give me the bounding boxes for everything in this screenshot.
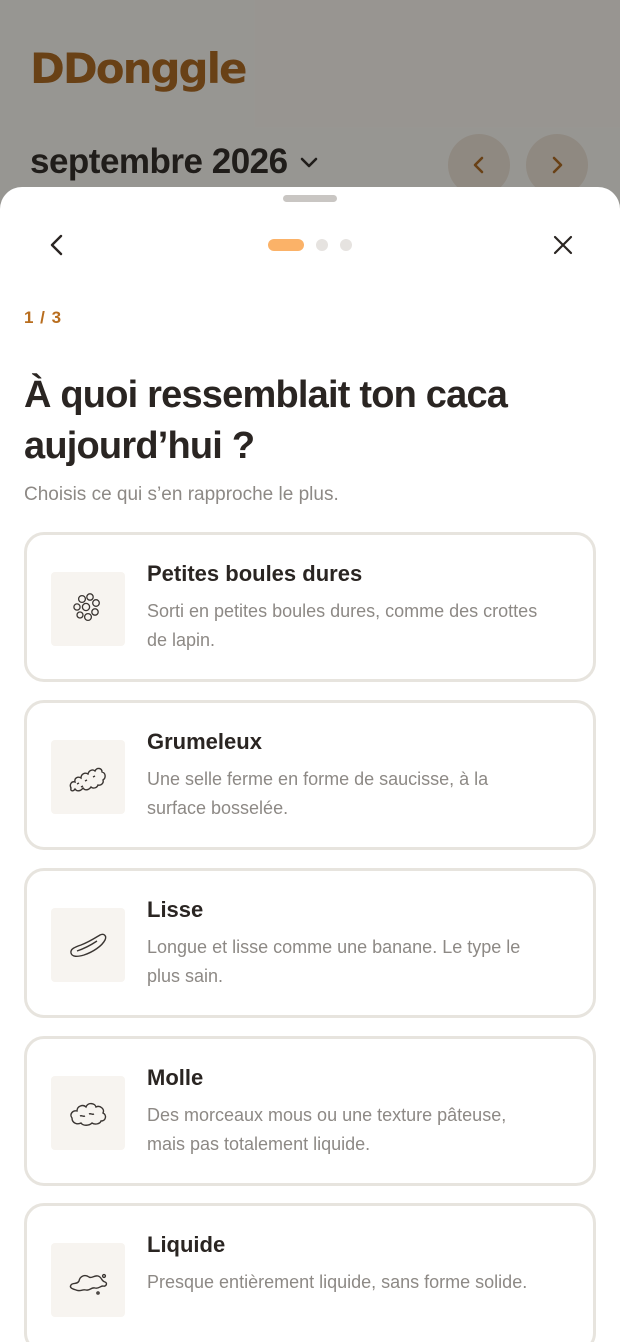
option-card-smooth[interactable]: Lisse Longue et lisse comme une banane. …: [24, 868, 596, 1018]
option-description: Longue et lisse comme une banane. Le typ…: [147, 937, 521, 986]
option-thumbnail: [51, 740, 125, 814]
close-icon: [553, 235, 573, 255]
option-card-liquid[interactable]: Liquide Presque entièrement liquide, san…: [24, 1203, 596, 1342]
progress-dot: [340, 239, 352, 251]
option-description: Une selle ferme en forme de saucisse, à …: [147, 769, 489, 818]
lumpy-sausage-icon: [69, 767, 106, 792]
option-title: Grumeleux: [147, 729, 262, 754]
progress-dot-active: [268, 239, 304, 251]
option-description: Des morceaux mous ou une texture pâteuse…: [147, 1105, 507, 1154]
question-title: À quoi ressemblait ton caca aujourd’hui …: [24, 374, 508, 467]
sheet-grabber[interactable]: [283, 195, 337, 202]
option-title: Liquide: [147, 1232, 226, 1257]
option-card-hard-lumps[interactable]: Petites boules dures Sorti en petites bo…: [24, 532, 596, 682]
back-button[interactable]: [40, 227, 76, 263]
option-thumbnail: [51, 572, 125, 646]
option-title: Molle: [147, 1065, 204, 1090]
step-indicator: 1 / 3: [24, 308, 63, 327]
hard-lumps-icon: [73, 593, 100, 622]
chevron-left-icon: [50, 234, 63, 256]
smooth-sausage-icon: [70, 933, 107, 958]
option-title: Petites boules dures: [147, 561, 363, 586]
progress-dots: [268, 239, 352, 251]
option-description: Presque entièrement liquide, sans forme …: [147, 1272, 528, 1292]
soft-blob-icon: [70, 1102, 107, 1126]
liquid-splash-icon: [69, 1273, 108, 1295]
option-title: Lisse: [147, 897, 204, 922]
option-thumbnail: [51, 1076, 125, 1150]
progress-dot: [316, 239, 328, 251]
option-thumbnail: [51, 908, 125, 982]
option-description: Sorti en petites boules dures, comme des…: [147, 601, 538, 650]
question-subtitle: Choisis ce qui s’en rapproche le plus.: [24, 484, 339, 505]
option-card-soft[interactable]: Molle Des morceaux mous ou une texture p…: [24, 1036, 596, 1186]
close-button[interactable]: [545, 227, 581, 263]
option-thumbnail: [51, 1243, 125, 1317]
stool-type-sheet: 1 / 3 À quoi ressemblait ton caca aujour…: [0, 187, 620, 1342]
option-card-lumpy[interactable]: Grumeleux Une selle ferme en forme de sa…: [24, 700, 596, 850]
